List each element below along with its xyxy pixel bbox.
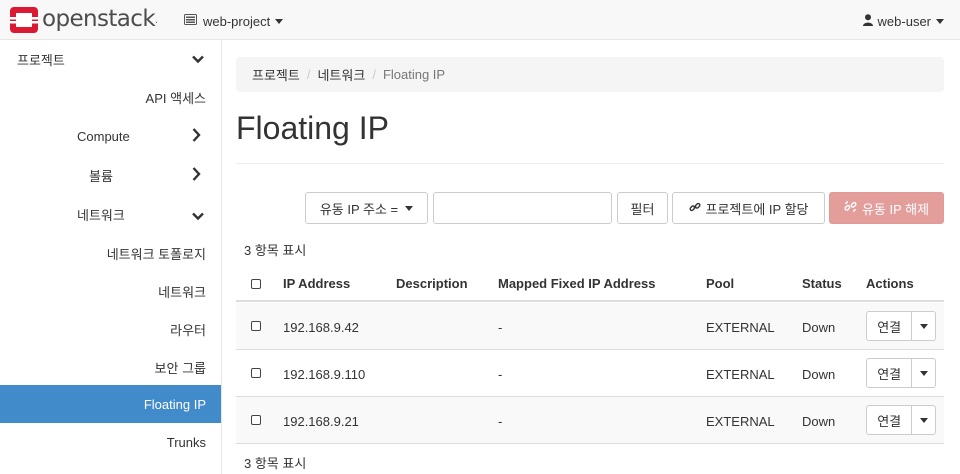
sidebar-item-label: 볼륨 [89,168,113,184]
breadcrumb-separator: / [306,67,311,82]
row-actions: 연결 [866,311,936,341]
title-divider [236,163,944,164]
select-all-checkbox[interactable] [251,279,261,289]
sidebar-item-networks[interactable]: 네트워크 [0,272,221,310]
sidebar-item-routers[interactable]: 라우터 [0,310,221,348]
unlink-icon [844,200,857,216]
filter-field-select[interactable]: 유동 IP 주소 = [305,192,428,224]
top-navbar: openstack. web-project web-user [0,0,960,40]
caret-down-icon [919,323,928,329]
associate-button[interactable]: 연결 [867,359,913,387]
actions-dropdown-toggle[interactable] [912,406,935,434]
sidebar-item-compute[interactable]: Compute [0,117,221,155]
status-cell: Down [802,320,836,335]
user-icon [862,13,873,29]
row-checkbox[interactable] [251,368,261,378]
filter-button-label: 필터 [630,201,655,217]
page-title: Floating IP [236,110,389,146]
sidebar-item-label: 라우터 [170,322,206,338]
allocate-ip-button[interactable]: 프로젝트에 IP 할당 [672,192,825,224]
caret-down-icon [405,205,414,211]
filter-field-label: 유동 IP 주소 = [319,201,399,217]
status-cell: Down [802,367,836,382]
sidebar: 프로젝트 API 액세스 Compute 볼륨 네트워크 네트워크 토폴로지 네… [0,40,222,474]
item-count-top: 3 항목 표시 [244,243,307,258]
user-name: web-user [877,13,931,29]
column-header[interactable]: Pool [706,276,734,291]
sidebar-item-api-access[interactable]: API 액세스 [0,78,221,116]
ip-address-cell[interactable]: 192.168.9.110 [283,367,365,382]
pool-cell: EXTERNAL [706,367,775,382]
allocate-ip-label: 프로젝트에 IP 할당 [705,201,809,217]
chevron-down-icon [192,209,204,223]
associate-button[interactable]: 연결 [867,406,913,434]
chevron-right-icon [192,128,204,142]
sidebar-item-network-topology[interactable]: 네트워크 토폴로지 [0,234,221,272]
sidebar-item-label: Trunks [166,434,206,450]
pool-cell: EXTERNAL [706,320,775,335]
actions-dropdown-toggle[interactable] [912,312,935,340]
link-icon [688,201,701,216]
table-row: 192.168.9.42 - EXTERNAL Down 연결 [236,303,944,350]
row-actions: 연결 [866,358,936,388]
table-header: IP Address Description Mapped Fixed IP A… [236,265,944,302]
caret-down-icon [919,417,928,423]
breadcrumb: 프로젝트 / 네트워크 / Floating IP [236,57,944,92]
user-menu[interactable]: web-user [862,12,944,30]
column-header[interactable]: Description [396,276,468,291]
row-checkbox[interactable] [251,321,261,331]
table-row: 192.168.9.21 - EXTERNAL Down 연결 [236,397,944,444]
sidebar-item-trunks[interactable]: Trunks [0,423,221,461]
sidebar-item-network[interactable]: 네트워크 [0,195,221,233]
breadcrumb-network[interactable]: 네트워크 [317,65,365,84]
actions-dropdown-toggle[interactable] [912,359,935,387]
mapped-ip-cell: - [498,320,503,335]
sidebar-item-floating-ip[interactable]: Floating IP [0,385,221,423]
sidebar-item-project[interactable]: 프로젝트 [0,40,221,78]
caret-down-icon [936,18,944,24]
mapped-ip-cell: - [498,367,503,382]
column-header[interactable]: IP Address [283,276,350,291]
pool-cell: EXTERNAL [706,414,775,429]
column-header: Actions [866,276,914,291]
sidebar-item-label: Floating IP [143,396,206,412]
sidebar-item-volumes[interactable]: 볼륨 [0,156,221,194]
ip-address-cell[interactable]: 192.168.9.21 [283,414,359,429]
filter-input[interactable] [433,192,612,224]
sidebar-item-label: 네트워크 토폴로지 [106,246,206,262]
status-cell: Down [802,414,836,429]
project-name: web-project [203,13,271,29]
associate-button[interactable]: 연결 [867,312,913,340]
sidebar-item-security-groups[interactable]: 보안 그룹 [0,348,221,386]
sidebar-item-label: 네트워크 [77,207,125,223]
chevron-right-icon [192,167,204,181]
release-ip-button[interactable]: 유동 IP 해제 [829,192,944,224]
mapped-ip-cell: - [498,414,503,429]
column-header[interactable]: Mapped Fixed IP Address [498,276,656,291]
sidebar-item-label: API 액세스 [145,90,206,106]
sidebar-item-label: 프로젝트 [17,52,65,68]
release-ip-label: 유동 IP 해제 [861,201,930,217]
filter-button[interactable]: 필터 [617,192,668,224]
row-actions: 연결 [866,405,936,435]
row-checkbox[interactable] [251,415,261,425]
openstack-logo-icon [10,7,38,33]
ip-address-cell[interactable]: 192.168.9.42 [283,320,359,335]
breadcrumb-separator: / [372,67,376,82]
openstack-logo[interactable]: openstack. [10,6,158,34]
column-header[interactable]: Status [802,276,842,291]
table-row: 192.168.9.110 - EXTERNAL Down 연결 [236,350,944,397]
brand-name: openstack. [42,6,158,32]
server-stack-icon [184,14,197,28]
breadcrumb-current: Floating IP [382,67,446,82]
sidebar-item-label: 보안 그룹 [154,360,206,376]
caret-down-icon [919,370,928,376]
item-count-bottom: 3 항목 표시 [244,456,307,471]
sidebar-item-label: Compute [77,128,130,144]
caret-down-icon [275,18,284,24]
project-selector[interactable]: web-project [184,12,284,30]
chevron-down-icon [192,52,204,66]
sidebar-item-label: 네트워크 [158,284,206,300]
breadcrumb-project[interactable]: 프로젝트 [252,65,300,84]
